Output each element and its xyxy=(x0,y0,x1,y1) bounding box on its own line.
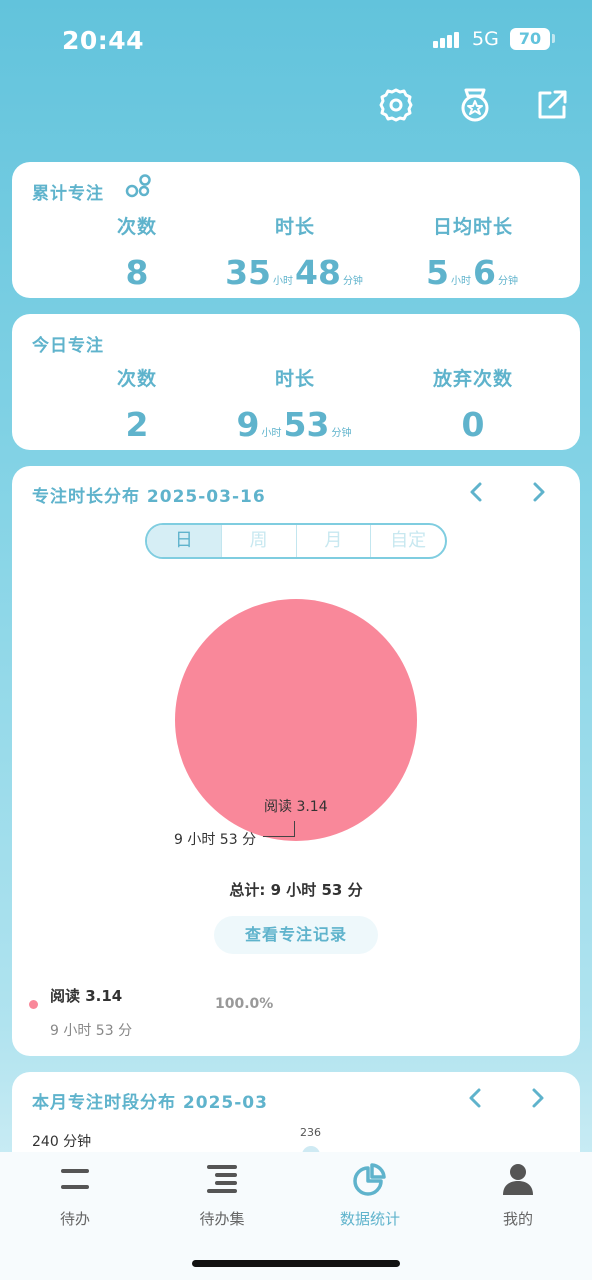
segment-custom[interactable]: 自定 xyxy=(371,525,445,557)
distribution-title: 专注时长分布 2025-03-16 xyxy=(32,487,266,507)
cumulative-duration-label: 时长 xyxy=(274,216,315,238)
cumulative-daily-average: 日均时长 5 小时6 分钟 xyxy=(378,212,568,292)
cumulative-title: 累计专注 xyxy=(32,184,104,204)
battery-icon: 70 xyxy=(510,28,550,50)
cumulative-duration-hours: 35 xyxy=(225,253,271,292)
minutes-unit: 分钟 xyxy=(331,428,352,439)
next-arrow-icon[interactable] xyxy=(526,480,550,504)
share-icon[interactable] xyxy=(533,86,571,124)
settings-icon[interactable] xyxy=(377,86,415,124)
hours-unit: 小时 xyxy=(273,276,293,287)
distribution-card: 专注时长分布 2025-03-16 日 周 月 自定 阅读 3.14 9 小时 … xyxy=(12,466,580,1056)
monthly-title: 本月专注时段分布 2025-03 xyxy=(32,1093,268,1113)
today-duration-minutes: 53 xyxy=(283,405,330,444)
menu-lines-icon xyxy=(58,1162,92,1196)
hours-unit: 小时 xyxy=(451,276,471,287)
abandon-label: 放弃次数 xyxy=(432,368,513,390)
hours-unit: 小时 xyxy=(261,428,282,439)
period-segmented-control: 日 周 月 自定 xyxy=(145,523,447,559)
daily-average-hours: 5 xyxy=(426,253,449,292)
tab-todo[interactable]: 待办 xyxy=(25,1162,125,1229)
today-focus-card: 今日专注 次数 2 时长 9 小时53 分钟 放弃次数 0 xyxy=(12,314,580,450)
bubbles-icon xyxy=(125,174,151,198)
segment-month[interactable]: 月 xyxy=(297,525,372,557)
list-stack-icon xyxy=(205,1162,239,1196)
signal-icon xyxy=(433,28,465,48)
cumulative-duration: 时长 35 小时48 分钟 xyxy=(200,212,390,292)
today-duration-label: 时长 xyxy=(274,368,315,390)
tab-mine-label: 我的 xyxy=(502,1210,533,1228)
tab-todo-collection[interactable]: 待办集 xyxy=(172,1162,272,1229)
daily-average-minutes: 6 xyxy=(473,253,496,292)
legend-item-name: 阅读 3.14 xyxy=(50,987,123,1005)
today-duration-hours: 9 xyxy=(236,405,260,444)
prev-arrow-icon[interactable] xyxy=(465,480,489,504)
pie-leader-line xyxy=(263,821,295,837)
status-time: 20:44 xyxy=(62,26,145,55)
status-bar: 20:44 5G 70 xyxy=(0,0,592,80)
monthly-bar-value-label: 236 xyxy=(300,1126,321,1139)
battery-tip xyxy=(552,34,555,43)
medal-icon[interactable] xyxy=(456,86,494,124)
tab-mine[interactable]: 我的 xyxy=(468,1162,568,1229)
pie-slice-value-label: 9 小时 53 分 xyxy=(174,832,257,848)
user-icon xyxy=(501,1162,535,1196)
cumulative-duration-value: 35 小时48 分钟 xyxy=(200,253,390,292)
minutes-unit: 分钟 xyxy=(342,276,363,287)
today-title: 今日专注 xyxy=(32,336,104,356)
home-indicator xyxy=(192,1260,400,1267)
today-abandon: 放弃次数 0 xyxy=(378,364,568,444)
monthly-y-axis-label: 240 分钟 xyxy=(32,1134,92,1150)
today-duration: 时长 9 小时53 分钟 xyxy=(200,364,390,444)
pie-slice-name-label: 阅读 3.14 xyxy=(264,799,328,815)
next-arrow-icon[interactable] xyxy=(525,1086,549,1110)
view-records-button[interactable]: 查看专注记录 xyxy=(214,916,378,954)
tab-todo-label: 待办 xyxy=(59,1210,90,1228)
legend-color-dot xyxy=(29,1000,38,1009)
daily-average-label: 日均时长 xyxy=(432,216,513,238)
tab-statistics[interactable]: 数据统计 xyxy=(320,1162,420,1229)
cumulative-duration-minutes: 48 xyxy=(295,253,341,292)
abandon-value: 0 xyxy=(461,405,485,444)
segment-day[interactable]: 日 xyxy=(147,525,222,557)
minutes-unit: 分钟 xyxy=(497,276,518,287)
total-duration: 总计: 9 小时 53 分 xyxy=(229,881,363,899)
prev-arrow-icon[interactable] xyxy=(464,1086,488,1110)
tab-todo-collection-label: 待办集 xyxy=(199,1210,245,1228)
daily-average-value: 5 小时6 分钟 xyxy=(378,253,568,292)
pie-chart-icon xyxy=(353,1162,387,1196)
segment-week[interactable]: 周 xyxy=(222,525,297,557)
cumulative-focus-card: 累计专注 次数 8 时长 35 小时48 分钟 日均时长 5 小时6 分钟 xyxy=(12,162,580,298)
today-duration-value: 9 小时53 分钟 xyxy=(200,405,390,444)
legend-item-duration: 9 小时 53 分 xyxy=(50,1023,133,1039)
tab-statistics-label: 数据统计 xyxy=(339,1210,400,1228)
legend-item-percent: 100.0% xyxy=(215,996,274,1012)
network-type: 5G xyxy=(472,28,499,50)
